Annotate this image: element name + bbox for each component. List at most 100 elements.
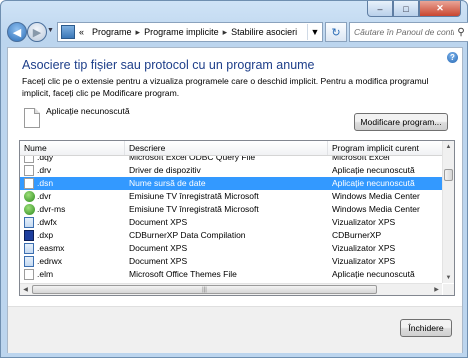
cell-name: .dwfx (37, 217, 57, 227)
cell-program: Windows Media Center (332, 204, 420, 214)
cell-program: Aplicație necunoscută (332, 178, 415, 188)
cell-name: .drv (37, 165, 52, 175)
column-header-program[interactable]: Program implicit curent (328, 141, 442, 155)
cell-name: .dqy (37, 156, 54, 162)
address-dropdown-button[interactable]: ▼ (307, 24, 322, 40)
chevron-down-icon: ▼ (47, 27, 54, 34)
cell-description: Microsoft Excel ODBC Query File (129, 156, 256, 162)
forward-arrow-icon: ▶ (32, 26, 42, 39)
breadcrumb-programe[interactable]: Programe (92, 27, 132, 37)
breadcrumb-programe-implicite[interactable]: Programe implicite (144, 27, 219, 37)
xps-document-icon (24, 256, 34, 267)
windows-media-center-icon (24, 191, 35, 202)
cell-description: Document XPS (129, 243, 188, 253)
current-program-label: Aplicație necunoscută (46, 106, 130, 116)
breadcrumb-stabilire-asocieri[interactable]: Stabilire asocieri (231, 27, 297, 37)
cell-description: Emisiune TV înregistrată Microsoft (129, 204, 259, 214)
cell-description: CDBurnerXP Data Compilation (129, 230, 246, 240)
page-title: Asociere tip fișier sau protocol cu un p… (22, 58, 315, 72)
scroll-down-arrow-icon[interactable]: ▼ (443, 272, 454, 283)
back-arrow-icon: ◀ (12, 26, 22, 39)
refresh-icon: ↻ (331, 26, 341, 39)
cell-description: Document XPS (129, 256, 188, 266)
column-header-name[interactable]: Nume (20, 141, 125, 155)
address-overflow[interactable]: « (79, 27, 84, 37)
list-header: Nume Descriere Program implicit curent (20, 141, 442, 156)
cell-program: Microsoft Excel (332, 156, 390, 162)
table-row[interactable]: .dsn Nume sursă de date Aplicație necunosc… (20, 177, 442, 190)
scroll-left-arrow-icon[interactable]: ◀ (20, 284, 31, 295)
minimize-button[interactable]: – (367, 1, 393, 17)
footer-bar: Închidere (8, 306, 462, 353)
search-box[interactable]: Căutare în Panoul de control ⚲ (349, 22, 468, 42)
refresh-button[interactable]: ↻ (325, 22, 347, 42)
scroll-up-arrow-icon[interactable]: ▲ (443, 141, 454, 152)
cell-program: Vizualizator XPS (332, 217, 396, 227)
search-icon[interactable]: ⚲ (454, 27, 468, 38)
table-row[interactable]: .drv Driver de dispozitiv Aplicație necuno… (20, 164, 442, 177)
vertical-scrollbar[interactable]: ▲ ▼ (442, 141, 454, 283)
cell-program: Vizualizator XPS (332, 256, 396, 266)
xps-document-icon (24, 243, 34, 254)
windows-media-center-icon (24, 204, 35, 215)
table-row[interactable]: .dvr Emisiune TV înregistrată Microsoft Wi… (20, 190, 442, 203)
control-panel-icon (61, 25, 75, 39)
table-row[interactable]: .dwfx Document XPS Vizualizator XPS (20, 216, 442, 229)
cell-program: Windows Media Center (332, 191, 420, 201)
breadcrumb-separator-icon[interactable]: ▸ (223, 27, 228, 38)
table-row[interactable]: .easmx Document XPS Vizualizator XPS (20, 242, 442, 255)
table-row[interactable]: .edrwx Document XPS Vizualizator XPS (20, 255, 442, 268)
back-button[interactable]: ◀ (7, 22, 27, 42)
navigation-bar: ◀ ▶ ▼ « Programe ▸ Programe implicite ▸ … (7, 21, 468, 43)
cell-program: Aplicație necunoscută (332, 165, 415, 175)
chevron-down-icon: ▼ (310, 27, 320, 37)
cell-description: Driver de dispozitiv (129, 165, 201, 175)
column-header-description[interactable]: Descriere (125, 141, 328, 155)
cell-name: .elm (37, 269, 54, 279)
file-icon (24, 178, 34, 189)
cell-name: .edrwx (37, 256, 63, 266)
change-program-button[interactable]: Modificare program... (354, 113, 448, 131)
file-icon (24, 269, 34, 280)
recent-pages-dropdown[interactable]: ▼ (47, 27, 54, 34)
file-icon (24, 108, 40, 128)
file-icon (24, 165, 34, 176)
cell-program: Aplicație necunoscută (332, 269, 415, 279)
content-panel: ? Asociere tip fișier sau protocol cu un… (7, 47, 463, 353)
cell-program: CDBurnerXP (332, 230, 382, 240)
cell-description: Microsoft Office Themes File (129, 269, 237, 279)
cell-name: .dsn (37, 178, 54, 188)
forward-button[interactable]: ▶ (27, 22, 47, 42)
cell-name: .easmx (37, 243, 65, 253)
scroll-right-arrow-icon[interactable]: ▶ (431, 284, 442, 295)
horizontal-scroll-thumb[interactable]: ||| (32, 285, 377, 294)
xps-document-icon (24, 217, 34, 228)
cell-name: .dvr-ms (37, 204, 66, 214)
cell-name: .dvr (37, 191, 52, 201)
cdburnerxp-icon (24, 230, 34, 241)
title-buttons: – □ ✕ (367, 1, 461, 17)
cell-description: Document XPS (129, 217, 188, 227)
maximize-button[interactable]: □ (393, 1, 419, 17)
breadcrumb-separator-icon[interactable]: ▸ (136, 27, 141, 38)
close-button[interactable]: Închidere (400, 319, 452, 337)
file-icon (24, 156, 34, 163)
table-row[interactable]: .dqy Microsoft Excel ODBC Query File Micro… (20, 156, 442, 164)
cell-description: Emisiune TV înregistrată Microsoft (129, 191, 259, 201)
search-input[interactable]: Căutare în Panoul de control (350, 27, 454, 37)
horizontal-scrollbar[interactable]: ◀ ||| ▶ (20, 283, 442, 295)
close-window-button[interactable]: ✕ (419, 1, 461, 17)
table-row[interactable]: .elm Microsoft Office Themes File Aplicați… (20, 268, 442, 281)
table-row[interactable]: .dvr-ms Emisiune TV înregistrată Microsof… (20, 203, 442, 216)
scrollbar-corner (443, 284, 454, 295)
vertical-scroll-thumb[interactable] (444, 169, 453, 181)
list-rows: .dqy Microsoft Excel ODBC Query File Micro… (20, 156, 442, 283)
table-row[interactable]: .dxp CDBurnerXP Data Compilation CDBurnerX… (20, 229, 442, 242)
window: – □ ✕ ◀ ▶ ▼ « Programe ▸ Programe implic… (0, 0, 468, 358)
address-bar[interactable]: « Programe ▸ Programe implicite ▸ Stabil… (57, 22, 323, 42)
help-icon[interactable]: ? (447, 52, 458, 63)
association-list[interactable]: Nume Descriere Program implicit curent .… (19, 140, 455, 296)
cell-name: .dxp (37, 230, 54, 240)
cell-program: Vizualizator XPS (332, 243, 396, 253)
cell-description: Nume sursă de date (129, 178, 206, 188)
